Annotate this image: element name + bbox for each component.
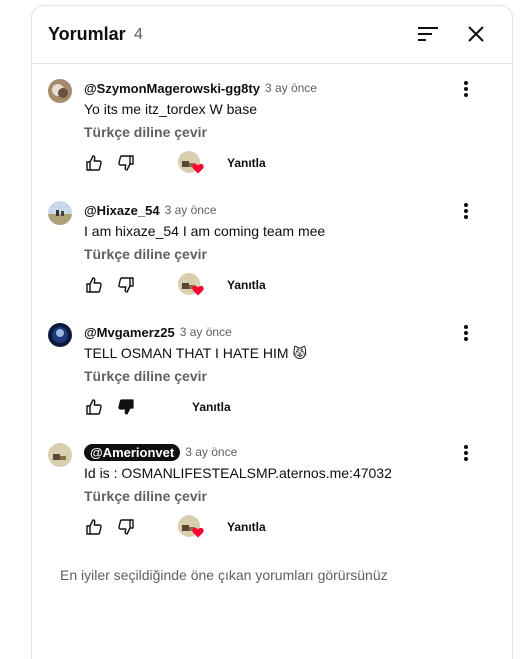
comment-item: @Hixaze_54 3 ay önce I am hixaze_54 I am… (32, 201, 512, 321)
more-actions-button[interactable] (452, 319, 480, 347)
heart-icon (192, 163, 204, 174)
comment-text: Id is : OSMANLIFESTEALSMP.aternos.me:470… (84, 465, 392, 481)
comments-header: Yorumlar 4 (32, 6, 512, 64)
comment-author[interactable]: @Amerionvet (84, 443, 181, 461)
reply-button[interactable]: Yanıtla (192, 400, 231, 414)
thumbs-up-icon (86, 277, 102, 293)
thumbs-down-icon (118, 155, 134, 171)
comment-actions: Yanıtla (80, 513, 380, 541)
close-icon (468, 26, 484, 42)
like-button[interactable] (80, 149, 108, 177)
more-actions-button[interactable] (452, 439, 480, 467)
comment-item: @Mvgamerz25 3 ay önce TELL OSMAN THAT I … (32, 323, 512, 443)
creator-heart (178, 151, 204, 177)
heart-icon (192, 285, 204, 296)
comments-title: Yorumlar (48, 24, 126, 44)
comment-item: @SzymonMagerowski-gg8ty 3 ay önce Yo its… (32, 79, 512, 199)
comment-text: I am hixaze_54 I am coming team mee (84, 223, 326, 239)
comments-count: 4 (134, 26, 143, 43)
close-button[interactable] (462, 20, 490, 48)
dislike-button[interactable] (112, 513, 140, 541)
heart-icon (192, 527, 204, 538)
translate-link[interactable]: Türkçe diline çevir (84, 246, 207, 262)
thumbs-down-icon (118, 519, 134, 535)
translate-link[interactable]: Türkçe diline çevir (84, 124, 207, 140)
comment-item: @Amerionvet 3 ay önce Id is : OSMANLIFES… (32, 443, 512, 563)
dislike-button[interactable] (112, 271, 140, 299)
like-button[interactable] (80, 513, 108, 541)
more-vert-icon (464, 81, 468, 97)
sort-icon (418, 27, 438, 41)
reply-button[interactable]: Yanıtla (227, 520, 266, 534)
comment-actions: Yanıtla (80, 393, 380, 421)
avatar[interactable] (48, 201, 72, 225)
like-button[interactable] (80, 271, 108, 299)
thumbs-up-icon (86, 155, 102, 171)
comment-text: Yo its me itz_tordex W base (84, 101, 258, 117)
avatar[interactable] (48, 79, 72, 103)
comment-time[interactable]: 3 ay önce (265, 81, 317, 95)
dislike-button[interactable] (112, 149, 140, 177)
comment-author[interactable]: @SzymonMagerowski-gg8ty (84, 81, 260, 96)
comment-author[interactable]: @Hixaze_54 (84, 203, 160, 218)
more-actions-button[interactable] (452, 75, 480, 103)
more-vert-icon (464, 203, 468, 219)
thumbs-up-icon (86, 399, 102, 415)
dislike-button[interactable] (112, 393, 140, 421)
avatar[interactable] (48, 443, 72, 467)
thumbs-up-icon (86, 519, 102, 535)
top-comments-note: En iyiler seçildiğinde öne çıkan yorumla… (60, 567, 388, 583)
comments-panel: Yorumlar 4 @SzymonMagerowski-gg8ty 3 ay … (31, 5, 513, 659)
more-vert-icon (464, 445, 468, 461)
creator-heart (178, 273, 204, 299)
like-button[interactable] (80, 393, 108, 421)
comment-time[interactable]: 3 ay önce (165, 203, 217, 217)
comment-actions: Yanıtla (80, 271, 380, 299)
comment-text: TELL OSMAN THAT I HATE HIM 😾 (84, 345, 308, 361)
reply-button[interactable]: Yanıtla (227, 278, 266, 292)
comment-author[interactable]: @Mvgamerz25 (84, 325, 175, 340)
comment-actions: Yanıtla (80, 149, 380, 177)
translate-link[interactable]: Türkçe diline çevir (84, 488, 207, 504)
comment-time[interactable]: 3 ay önce (185, 445, 237, 459)
thumbs-down-filled-icon (118, 399, 134, 415)
avatar[interactable] (48, 323, 72, 347)
more-vert-icon (464, 325, 468, 341)
more-actions-button[interactable] (452, 197, 480, 225)
creator-heart (178, 515, 204, 541)
sort-button[interactable] (414, 20, 442, 48)
comment-time[interactable]: 3 ay önce (180, 325, 232, 339)
reply-button[interactable]: Yanıtla (227, 156, 266, 170)
translate-link[interactable]: Türkçe diline çevir (84, 368, 207, 384)
thumbs-down-icon (118, 277, 134, 293)
